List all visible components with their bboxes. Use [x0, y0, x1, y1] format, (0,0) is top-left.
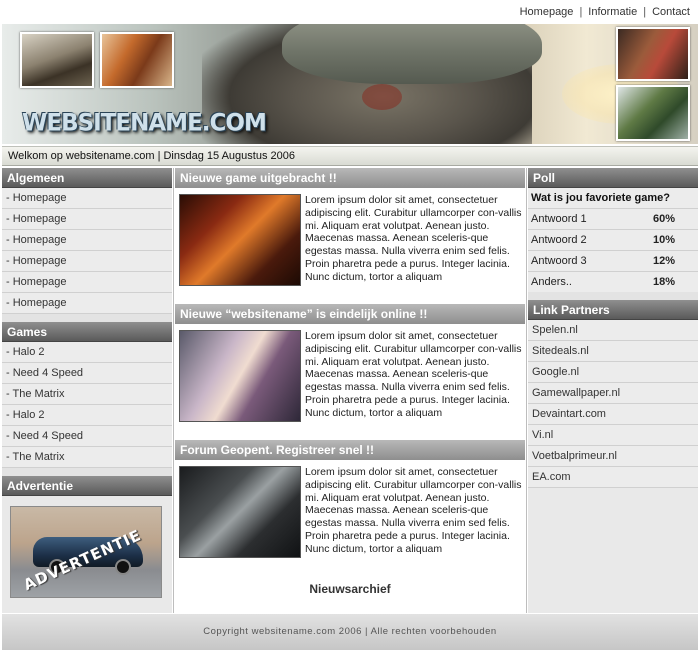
car-wheel — [115, 559, 131, 575]
news-image[interactable] — [179, 466, 301, 558]
nav-separator: | — [579, 6, 583, 18]
right-sidebar: Poll Wat is jou favoriete game? Antwoord… — [528, 168, 698, 613]
sidebar-item-the-matrix[interactable]: - The Matrix — [2, 447, 172, 468]
partner-link[interactable]: Vi.nl — [528, 425, 698, 446]
news-title[interactable]: Nieuwe game uitgebracht !! — [175, 168, 525, 188]
advertisement-banner[interactable]: ADVERTENTIE — [10, 506, 162, 598]
partner-link[interactable]: Google.nl — [528, 362, 698, 383]
left-sidebar: Algemeen - Homepage - Homepage - Homepag… — [2, 168, 172, 613]
banner-helmet-image — [282, 24, 542, 84]
sidebar-item-homepage[interactable]: - Homepage — [2, 230, 172, 251]
header-thumbnail-2[interactable] — [100, 32, 174, 88]
nav-separator: | — [643, 6, 647, 18]
algemeen-heading: Algemeen — [2, 168, 172, 188]
advertentie-heading: Advertentie — [2, 476, 172, 496]
sidebar-item-need-4-speed[interactable]: - Need 4 Speed — [2, 426, 172, 447]
site-logo[interactable]: WEBSITENAME.COM — [22, 109, 267, 136]
poll-option-label: Anders.. — [531, 276, 572, 288]
partner-link[interactable]: Devaintart.com — [528, 404, 698, 425]
poll-option[interactable]: Antwoord 3 12% — [528, 250, 698, 271]
poll-option-percentage: 10% — [653, 234, 676, 246]
poll-option-percentage: 12% — [653, 255, 676, 267]
nav-link-contact[interactable]: Contact — [652, 6, 690, 18]
welcome-bar: Welkom op websitename.com | Dinsdag 15 A… — [2, 146, 698, 166]
footer: Copyright websitename.com 2006 | Alle re… — [2, 614, 698, 650]
link-partners-list: Spelen.nl Sitedeals.nl Google.nl Gamewal… — [528, 320, 698, 488]
nav-link-informatie[interactable]: Informatie — [588, 6, 637, 18]
sidebar-item-homepage[interactable]: - Homepage — [2, 251, 172, 272]
divider — [528, 292, 698, 300]
poll-option-percentage: 18% — [653, 276, 676, 288]
poll-option-label: Antwoord 2 — [531, 234, 587, 246]
main-content: Nieuwe game uitgebracht !! Lorem ipsum d… — [173, 168, 527, 613]
games-heading: Games — [2, 322, 172, 342]
partner-link[interactable]: Voetbalprimeur.nl — [528, 446, 698, 467]
partner-link[interactable]: Gamewallpaper.nl — [528, 383, 698, 404]
poll-option[interactable]: Antwoord 1 60% — [528, 208, 698, 229]
poll-option[interactable]: Anders.. 18% — [528, 271, 698, 292]
poll-option-label: Antwoord 3 — [531, 255, 587, 267]
news-text: Lorem ipsum dolor sit amet, consectetuer… — [305, 466, 522, 555]
sidebar-item-halo-2[interactable]: - Halo 2 — [2, 342, 172, 363]
sidebar-item-homepage[interactable]: - Homepage — [2, 209, 172, 230]
news-item: Lorem ipsum dolor sit amet, consectetuer… — [174, 324, 526, 440]
poll-heading: Poll — [528, 168, 698, 188]
header-thumbnail-1[interactable] — [20, 32, 94, 88]
news-image[interactable] — [179, 194, 301, 286]
games-list: - Halo 2 - Need 4 Speed - The Matrix - H… — [2, 342, 172, 468]
sidebar-item-homepage[interactable]: - Homepage — [2, 293, 172, 314]
partner-link[interactable]: Spelen.nl — [528, 320, 698, 341]
algemeen-list: - Homepage - Homepage - Homepage - Homep… — [2, 188, 172, 314]
divider — [2, 314, 172, 322]
header-banner: WEBSITENAME.COM — [2, 24, 698, 144]
poll-option[interactable]: Antwoord 2 10% — [528, 229, 698, 250]
sidebar-item-the-matrix[interactable]: - The Matrix — [2, 384, 172, 405]
poll-question: Wat is jou favoriete game? — [528, 188, 698, 208]
poll-option-label: Antwoord 1 — [531, 213, 587, 225]
link-partners-heading: Link Partners — [528, 300, 698, 320]
sidebar-item-halo-2[interactable]: - Halo 2 — [2, 405, 172, 426]
partner-link[interactable]: EA.com — [528, 467, 698, 488]
sidebar-item-need-4-speed[interactable]: - Need 4 Speed — [2, 363, 172, 384]
news-title[interactable]: Nieuwe “websitename” is eindelijk online… — [175, 304, 525, 324]
news-image[interactable] — [179, 330, 301, 422]
poll-option-percentage: 60% — [653, 213, 676, 225]
news-item: Lorem ipsum dolor sit amet, consectetuer… — [174, 460, 526, 576]
header-thumbnail-3[interactable] — [616, 27, 690, 81]
nav-link-homepage[interactable]: Homepage — [520, 6, 574, 18]
banner-detail — [362, 84, 402, 110]
news-title[interactable]: Forum Geopent. Registreer snel !! — [175, 440, 525, 460]
news-archive-link[interactable]: Nieuwsarchief — [174, 582, 526, 596]
news-item: Lorem ipsum dolor sit amet, consectetuer… — [174, 188, 526, 304]
sidebar-item-homepage[interactable]: - Homepage — [2, 272, 172, 293]
news-text: Lorem ipsum dolor sit amet, consectetuer… — [305, 194, 522, 283]
divider — [2, 468, 172, 476]
sidebar-item-homepage[interactable]: - Homepage — [2, 188, 172, 209]
header-thumbnail-4[interactable] — [616, 85, 690, 141]
news-text: Lorem ipsum dolor sit amet, consectetuer… — [305, 330, 522, 419]
partner-link[interactable]: Sitedeals.nl — [528, 341, 698, 362]
top-navigation: Homepage | Informatie | Contact — [520, 6, 690, 18]
